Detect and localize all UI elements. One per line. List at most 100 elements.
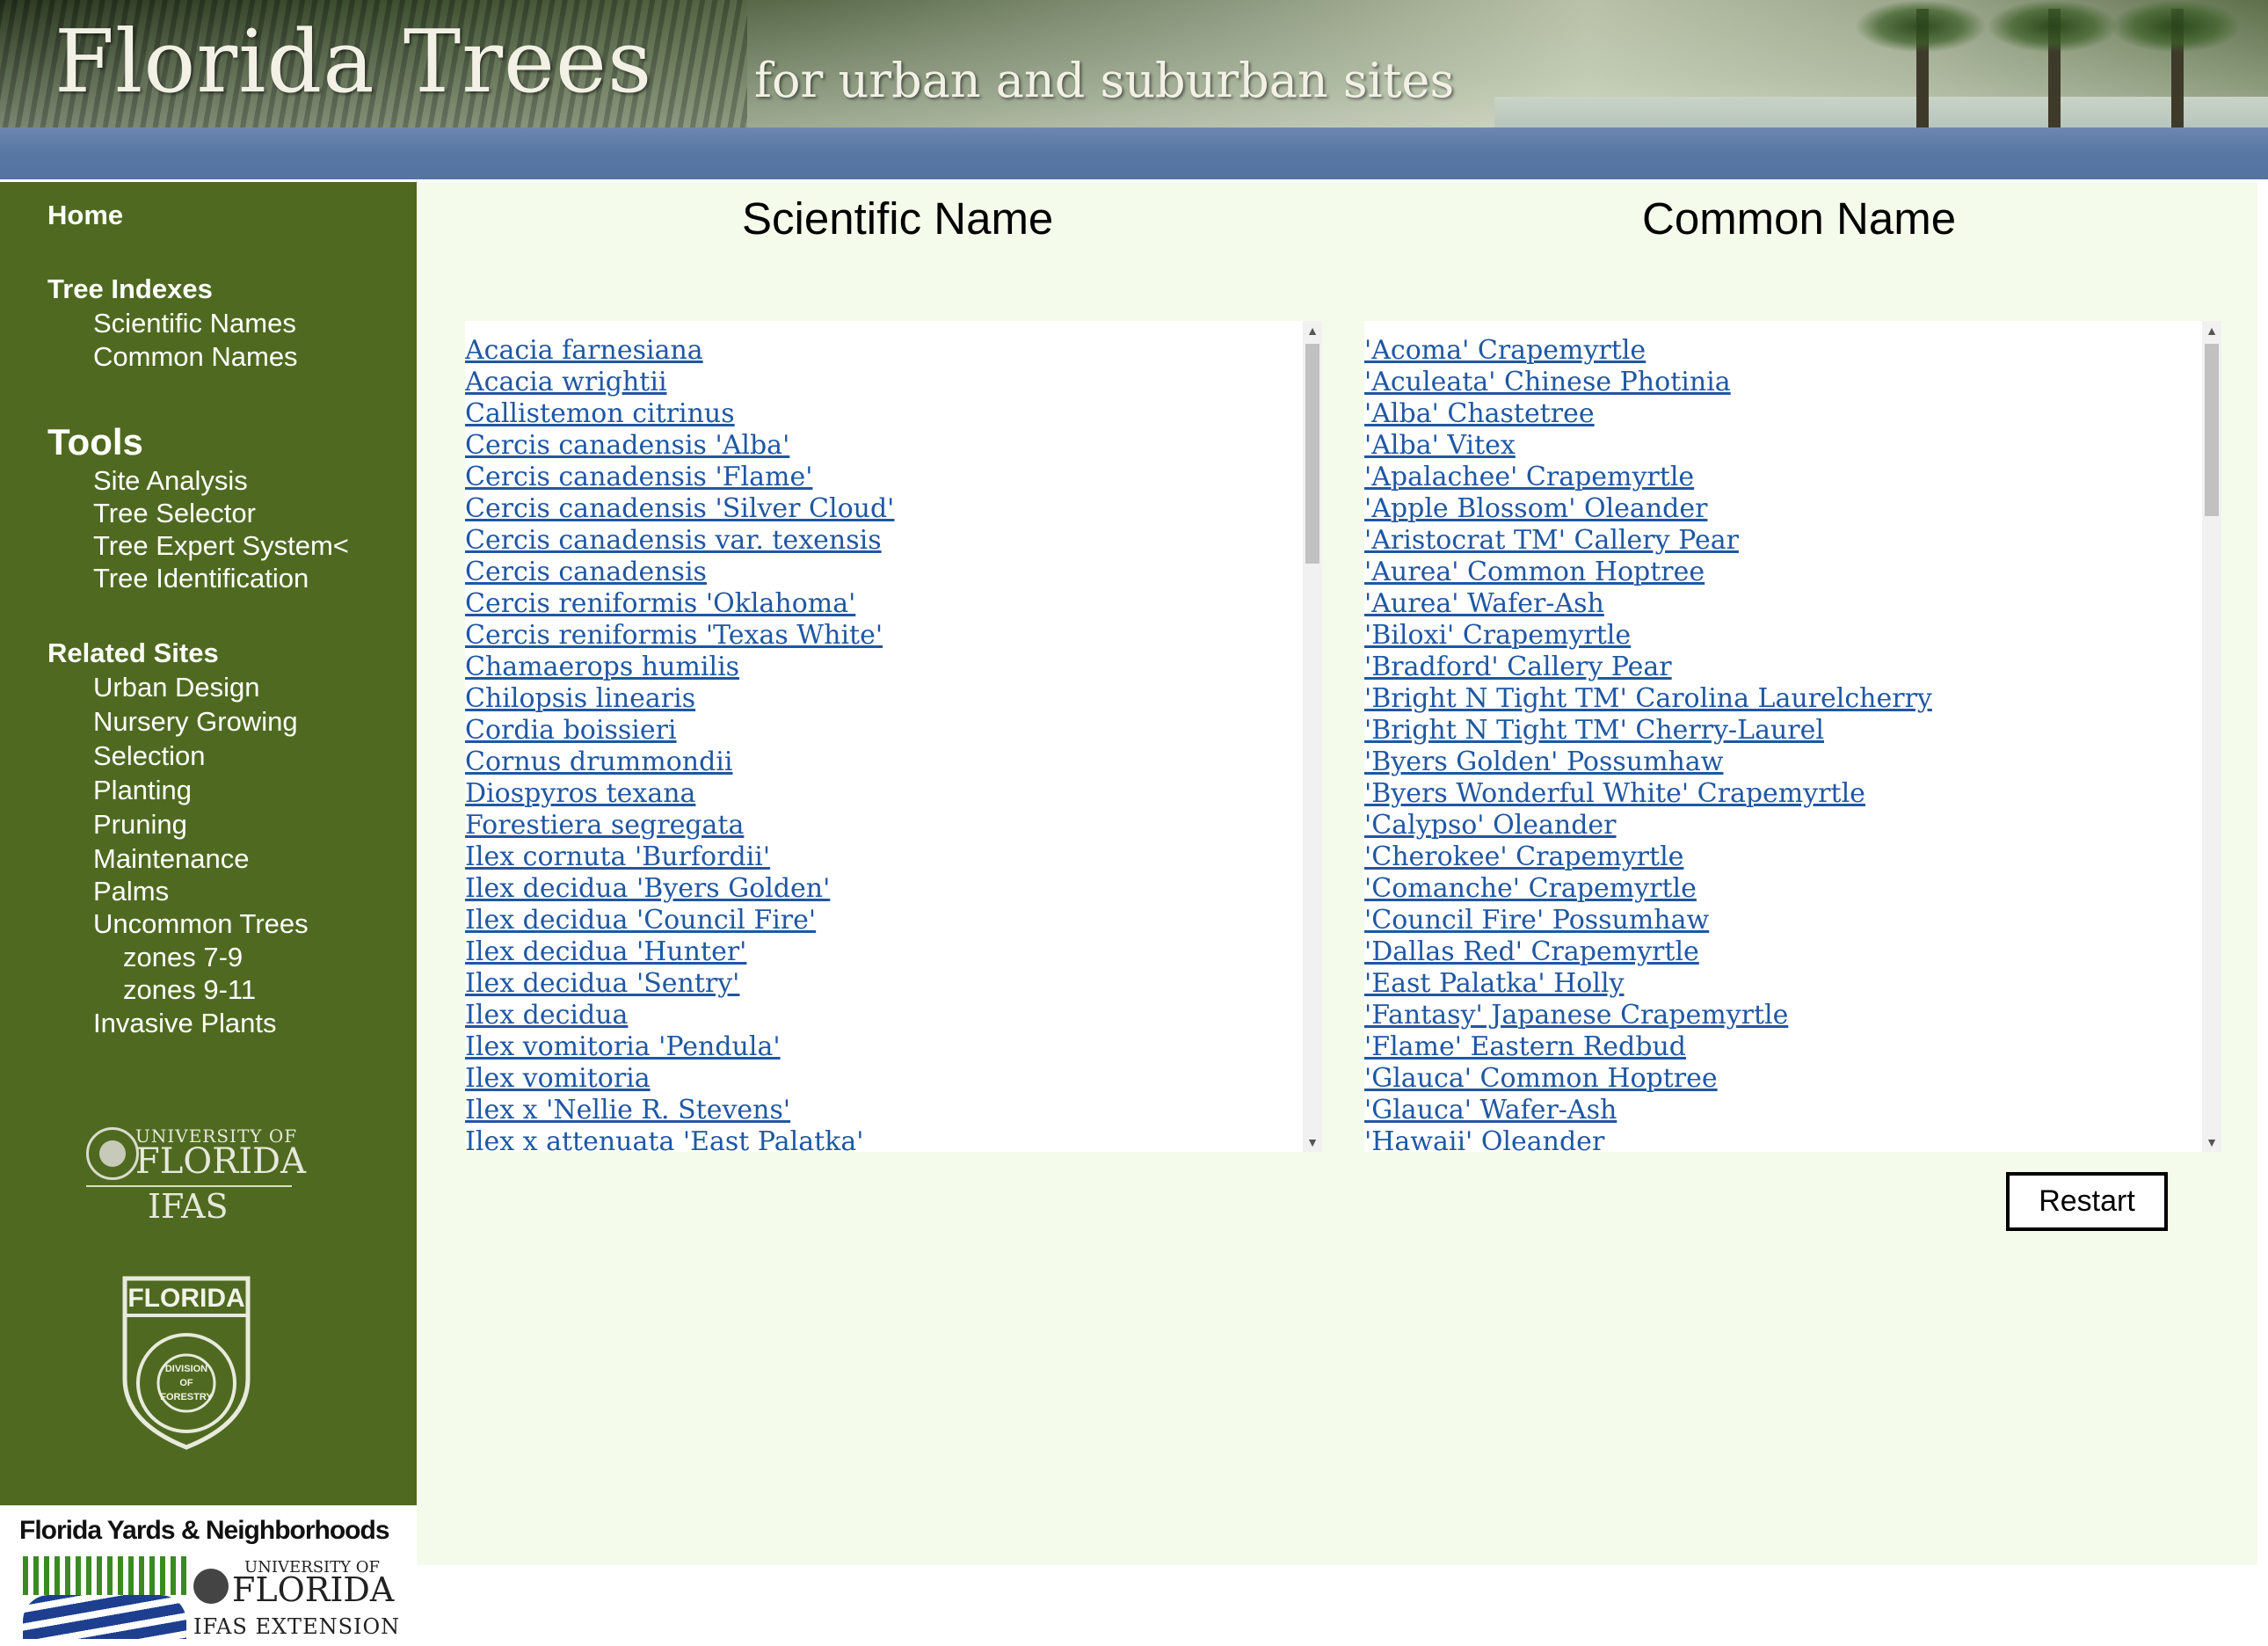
nav-uncommon-trees-link[interactable]: Uncommon Trees <box>93 908 309 940</box>
list-item: 'Fantasy' Japanese Crapemyrtle <box>1364 1000 1932 1031</box>
scroll-down-arrow-icon[interactable]: ▼ <box>1303 1133 1322 1152</box>
scientific-name-link[interactable]: Ilex x attenuata 'East Palatka' <box>465 1126 863 1152</box>
palm-tree-image <box>1987 0 2119 127</box>
common-name-link[interactable]: 'Flame' Eastern Redbud <box>1364 1031 1686 1062</box>
common-name-link[interactable]: 'Bright N Tight TM' Carolina Laurelcherr… <box>1364 683 1932 714</box>
scientific-name-link[interactable]: Ilex decidua <box>465 1000 628 1031</box>
common-name-link[interactable]: 'Aculeata' Chinese Photinia <box>1364 367 1731 397</box>
florida-yards-neighborhoods-logo[interactable]: Florida Yards & Neighborhoods UNIVERSITY… <box>7 1507 417 1646</box>
scientific-name-link[interactable]: Ilex vomitoria 'Pendula' <box>465 1031 781 1062</box>
list-item: 'Aurea' Common Hoptree <box>1364 557 1932 588</box>
common-name-link[interactable]: 'Acoma' Crapemyrtle <box>1364 335 1646 366</box>
uf-ifas-logo[interactable]: UNIVERSITY OF FLORIDA IFAS <box>84 1117 306 1226</box>
scientific-name-link[interactable]: Ilex decidua 'Council Fire' <box>465 905 816 936</box>
list-item: 'Apple Blossom' Oleander <box>1364 493 1932 525</box>
scientific-name-link[interactable]: Cercis canadensis var. texensis <box>465 525 882 556</box>
scientific-name-link[interactable]: Chilopsis linearis <box>465 683 695 714</box>
common-name-list[interactable]: 'Acoma' Crapemyrtle 'Aculeata' Chinese Ph… <box>1364 321 2221 1152</box>
common-name-link[interactable]: 'East Palatka' Holly <box>1364 968 1625 999</box>
common-name-link[interactable]: 'Aurea' Common Hoptree <box>1364 557 1705 587</box>
scientific-name-link[interactable]: Cordia boissieri <box>465 715 677 746</box>
scientific-name-link[interactable]: Ilex decidua 'Sentry' <box>465 968 739 999</box>
list-item: Acacia farnesiana <box>465 335 894 367</box>
scroll-down-arrow-icon[interactable]: ▼ <box>2202 1133 2221 1152</box>
common-name-link[interactable]: 'Aristocrat TM' Callery Pear <box>1364 525 1739 556</box>
nav-home-link[interactable]: Home <box>47 200 123 231</box>
common-name-link[interactable]: 'Alba' Chastetree <box>1364 398 1595 429</box>
restart-button[interactable]: Restart <box>2006 1172 2168 1231</box>
common-name-link[interactable]: 'Byers Wonderful White' Crapemyrtle <box>1364 778 1865 809</box>
common-name-link[interactable]: 'Biloxi' Crapemyrtle <box>1364 620 1631 651</box>
scientific-name-link[interactable]: Diospyros texana <box>465 778 695 809</box>
nav-palms-link[interactable]: Palms <box>93 876 169 907</box>
scientific-list-scrollbar[interactable]: ▲ ▼ <box>1303 321 1322 1152</box>
nav-pruning-link[interactable]: Pruning <box>93 809 187 841</box>
common-name-link[interactable]: 'Apalachee' Crapemyrtle <box>1364 462 1694 492</box>
nav-urban-design-link[interactable]: Urban Design <box>93 672 260 703</box>
scientific-name-list[interactable]: Acacia farnesiana Acacia wrightii Calliste… <box>465 321 1322 1152</box>
nav-scientific-names-link[interactable]: Scientific Names <box>93 308 296 339</box>
common-name-link[interactable]: 'Glauca' Wafer-Ash <box>1364 1095 1617 1125</box>
site-title: Florida Trees <box>55 12 653 113</box>
forestry-logo-top: FLORIDA <box>127 1284 244 1313</box>
common-name-link[interactable]: 'Bright N Tight TM' Cherry-Laurel <box>1364 715 1824 746</box>
scientific-name-link[interactable]: Cercis canadensis 'Alba' <box>465 430 789 461</box>
nav-maintenance-link[interactable]: Maintenance <box>93 843 250 875</box>
scientific-name-link[interactable]: Chamaerops humilis <box>465 652 739 682</box>
scientific-name-link[interactable]: Acacia wrightii <box>465 367 667 397</box>
common-name-link[interactable]: 'Council Fire' Possumhaw <box>1364 905 1709 936</box>
scientific-name-link[interactable]: Acacia farnesiana <box>465 335 703 366</box>
nav-site-analysis-link[interactable]: Site Analysis <box>93 465 248 497</box>
common-name-link[interactable]: 'Apple Blossom' Oleander <box>1364 493 1707 524</box>
sidebar: Home Tree Indexes Scientific Names Commo… <box>0 182 417 1505</box>
scientific-name-link[interactable]: Cercis canadensis 'Flame' <box>465 462 812 492</box>
scroll-up-arrow-icon[interactable]: ▲ <box>2202 321 2221 340</box>
scientific-name-link[interactable]: Cornus drummondii <box>465 747 732 777</box>
scientific-name-link[interactable]: Ilex x 'Nellie R. Stevens' <box>465 1095 790 1125</box>
forestry-logo-center3: FORESTRY <box>160 1392 213 1402</box>
fyn-logo-u3: IFAS EXTENSION <box>193 1614 401 1639</box>
list-item: 'Aristocrat TM' Callery Pear <box>1364 525 1932 557</box>
scientific-scroll-thumb[interactable] <box>1305 344 1319 564</box>
nav-planting-link[interactable]: Planting <box>93 775 192 806</box>
nav-nursery-growing-link[interactable]: Nursery Growing <box>93 706 298 738</box>
scientific-name-link[interactable]: Ilex decidua 'Hunter' <box>465 936 746 967</box>
scientific-name-link[interactable]: Callistemon citrinus <box>465 398 735 429</box>
common-name-link[interactable]: 'Byers Golden' Possumhaw <box>1364 747 1723 777</box>
florida-forestry-logo[interactable]: FLORIDA DIVISION OF FORESTRY <box>116 1273 257 1451</box>
fyn-logo-title: Florida Yards & Neighborhoods <box>19 1516 390 1545</box>
common-name-link[interactable]: 'Calypso' Oleander <box>1364 810 1617 841</box>
nav-invasive-plants-link[interactable]: Invasive Plants <box>93 1008 277 1039</box>
common-name-link[interactable]: 'Hawaii' Oleander <box>1364 1126 1604 1152</box>
common-name-link[interactable]: 'Alba' Vitex <box>1364 430 1516 461</box>
scientific-name-link[interactable]: Cercis reniformis 'Oklahoma' <box>465 588 855 619</box>
nav-zones-9-11-link[interactable]: zones 9-11 <box>123 974 256 1006</box>
scientific-name-link[interactable]: Ilex cornuta 'Burfordii' <box>465 841 770 872</box>
common-list-scrollbar[interactable]: ▲ ▼ <box>2202 321 2221 1152</box>
common-name-link[interactable]: 'Comanche' Crapemyrtle <box>1364 873 1697 904</box>
common-name-link[interactable]: 'Fantasy' Japanese Crapemyrtle <box>1364 1000 1788 1031</box>
list-item: 'Hawaii' Oleander <box>1364 1126 1932 1152</box>
nav-zones-7-9-link[interactable]: zones 7-9 <box>123 942 243 973</box>
scientific-name-link[interactable]: Forestiera segregata <box>465 810 744 841</box>
nav-tree-expert-system-link[interactable]: Tree Expert System< <box>93 530 349 562</box>
list-item: Cercis reniformis 'Oklahoma' <box>465 588 894 620</box>
common-name-link[interactable]: 'Aurea' Wafer-Ash <box>1364 588 1604 619</box>
nav-tree-selector-link[interactable]: Tree Selector <box>93 498 256 529</box>
nav-common-names-link[interactable]: Common Names <box>93 341 298 373</box>
nav-tree-identification-link[interactable]: Tree Identification <box>93 563 309 594</box>
scientific-name-link[interactable]: Ilex vomitoria <box>465 1063 651 1094</box>
nav-selection-link[interactable]: Selection <box>93 740 206 772</box>
scroll-up-arrow-icon[interactable]: ▲ <box>1303 321 1322 340</box>
scientific-name-link[interactable]: Cercis canadensis <box>465 557 707 587</box>
common-name-link[interactable]: 'Cherokee' Crapemyrtle <box>1364 841 1683 872</box>
common-name-link[interactable]: 'Glauca' Common Hoptree <box>1364 1063 1718 1094</box>
scientific-name-link[interactable]: Cercis canadensis 'Silver Cloud' <box>465 493 894 524</box>
common-name-link[interactable]: 'Dallas Red' Crapemyrtle <box>1364 936 1699 967</box>
common-name-link[interactable]: 'Bradford' Callery Pear <box>1364 652 1672 682</box>
scientific-name-link[interactable]: Ilex decidua 'Byers Golden' <box>465 873 830 904</box>
banner-strip <box>0 127 2268 179</box>
scientific-name-link[interactable]: Cercis reniformis 'Texas White' <box>465 620 883 651</box>
common-scroll-thumb[interactable] <box>2205 344 2219 516</box>
list-item: Ilex cornuta 'Burfordii' <box>465 841 894 873</box>
